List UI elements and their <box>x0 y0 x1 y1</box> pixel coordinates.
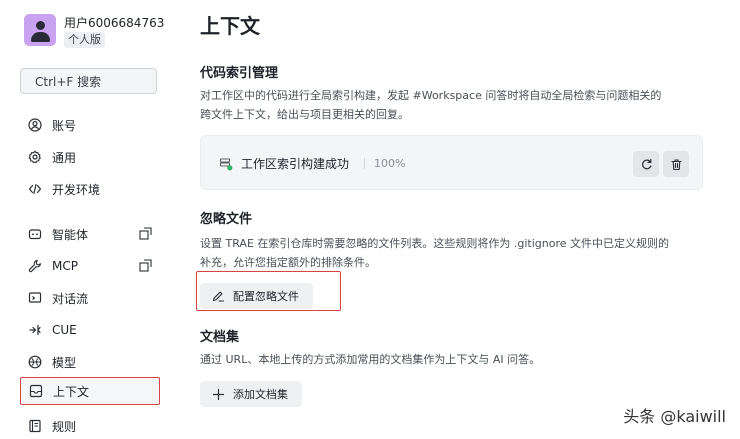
cue-icon <box>28 323 42 337</box>
refresh-icon <box>641 158 651 169</box>
sidebar-item-label: MCP <box>52 259 78 273</box>
section-title-ignore-files: 忽略文件 <box>200 212 253 227</box>
external-window-icon[interactable] <box>139 227 152 240</box>
index-progress: 100% <box>374 157 406 170</box>
highlight-annotation <box>196 271 341 311</box>
model-icon <box>28 355 42 369</box>
add-docs-button[interactable]: 添加文档集 <box>200 381 302 407</box>
database-check-icon <box>219 158 233 171</box>
sidebar-item-label: CUE <box>52 323 77 337</box>
page-title: 上下文 <box>200 14 260 38</box>
sidebar-item-label: 规则 <box>52 419 77 434</box>
sidebar-item-flow[interactable]: 对话流 <box>20 285 160 311</box>
sidebar-item-label: 通用 <box>52 150 77 165</box>
context-icon <box>29 384 43 398</box>
wrench-icon <box>28 259 42 273</box>
sidebar-item-dev-env[interactable]: 开发环境 <box>20 176 160 202</box>
sidebar-item-label: 上下文 <box>53 384 90 399</box>
sidebar-item-label: 账号 <box>52 118 77 133</box>
sidebar-item-model[interactable]: 模型 <box>20 349 160 375</box>
sidebar-item-general[interactable]: 通用 <box>20 144 160 170</box>
sidebar-item-mcp[interactable]: MCP <box>20 253 160 279</box>
section-desc-ignore-files: 设置 TRAE 在索引仓库时需要忽略的文件列表。这些规则将作为 .gitigno… <box>200 237 670 269</box>
sidebar-item-account[interactable]: 账号 <box>20 112 160 138</box>
watermark: 头条 @kaiwill <box>623 407 726 426</box>
trash-icon <box>670 158 682 170</box>
agent-icon <box>28 227 42 241</box>
section-title-docs: 文档集 <box>200 330 240 345</box>
section-title-code-index: 代码索引管理 <box>200 66 279 81</box>
sidebar-item-label: 智能体 <box>52 227 89 242</box>
section-desc-docs: 通过 URL、本地上传的方式添加常用的文档集作为上下文与 AI 问答。 <box>200 353 541 366</box>
plus-icon <box>212 388 225 400</box>
divider <box>364 158 365 169</box>
refresh-index-button[interactable] <box>633 151 659 177</box>
button-label: 添加文档集 <box>233 388 288 401</box>
sidebar-item-agent[interactable]: 智能体 <box>20 221 160 247</box>
delete-index-button[interactable] <box>663 151 689 177</box>
chat-icon <box>28 291 42 305</box>
account-icon <box>28 118 42 132</box>
sidebar-item-context[interactable]: 上下文 <box>20 377 160 405</box>
section-desc-code-index: 对工作区中的代码进行全局索引构建，发起 #Workspace 问答时将自动全局检… <box>200 89 662 121</box>
sidebar-item-label: 模型 <box>52 355 77 370</box>
sidebar-item-cue[interactable]: CUE <box>20 317 160 343</box>
avatar[interactable] <box>24 14 56 46</box>
search-button[interactable]: Ctrl+F 搜索 <box>20 68 157 94</box>
index-status-text: 工作区索引构建成功 <box>241 157 350 171</box>
gear-icon <box>28 150 42 164</box>
external-window-icon[interactable] <box>139 259 152 272</box>
sidebar-item-label: 开发环境 <box>52 182 101 197</box>
code-icon <box>28 182 42 196</box>
username: 用户6006684763 <box>64 16 165 30</box>
index-status-card: 工作区索引构建成功 100% <box>200 135 703 190</box>
sidebar-item-rules[interactable]: 规则 <box>20 413 160 439</box>
sidebar: 用户6006684763 个人版 Ctrl+F 搜索 账号 通用 开发环境 智能… <box>0 0 176 439</box>
rules-icon <box>28 419 42 433</box>
sidebar-item-label: 对话流 <box>52 291 89 306</box>
plan-badge: 个人版 <box>64 32 105 48</box>
